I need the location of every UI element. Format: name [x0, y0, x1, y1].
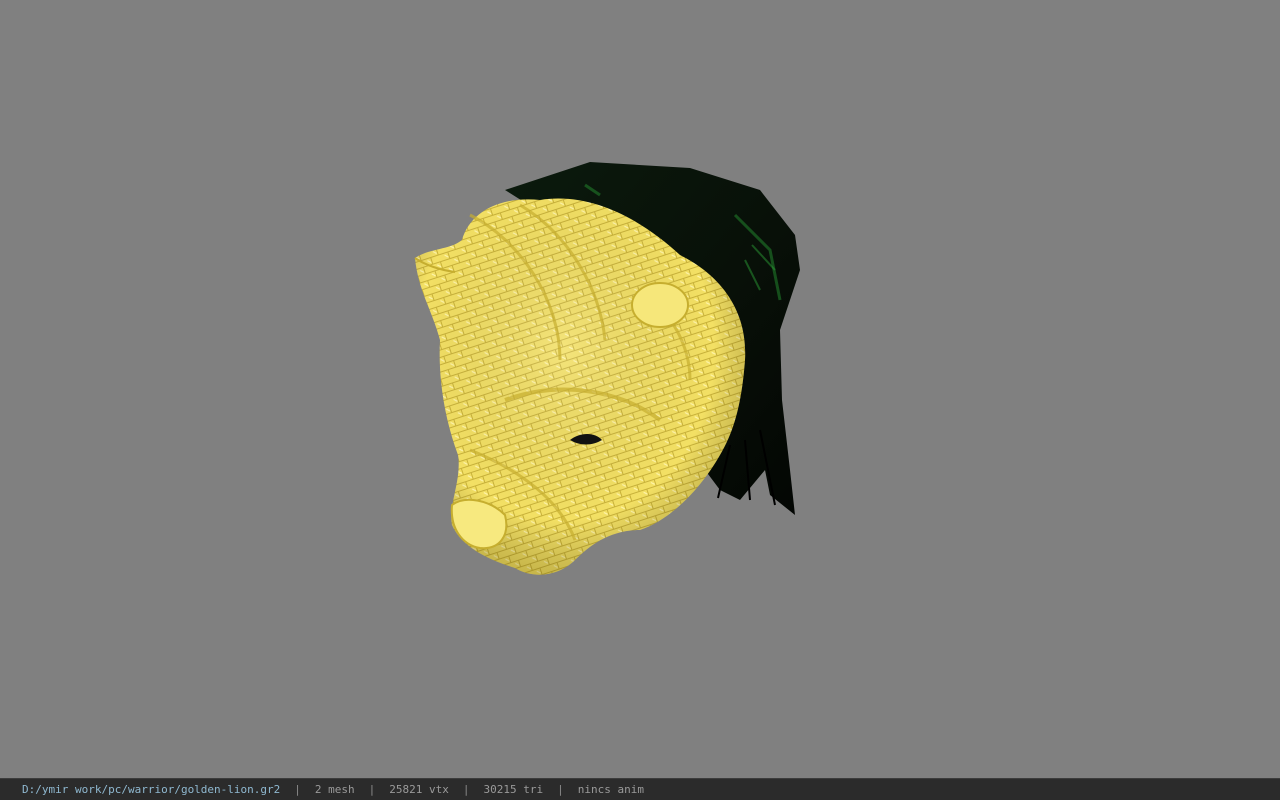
status-mesh-count: 2 mesh — [314, 783, 355, 796]
status-file-path: D:/ymir work/pc/warrior/golden-lion.gr2 — [22, 783, 281, 796]
status-separator: | — [368, 783, 376, 796]
status-separator: | — [294, 783, 301, 796]
status-anim: nincs anim — [577, 783, 644, 796]
status-bar: D:/ymir work/pc/warrior/golden-lion.gr2 … — [0, 778, 1280, 800]
status-triangle-count: 30215 tri — [483, 783, 544, 796]
status-vertex-count: 25821 vtx — [389, 783, 449, 796]
3d-viewport[interactable] — [0, 0, 1280, 778]
model-render[interactable] — [0, 0, 1280, 778]
status-separator: | — [462, 783, 470, 796]
status-separator: | — [557, 783, 564, 796]
